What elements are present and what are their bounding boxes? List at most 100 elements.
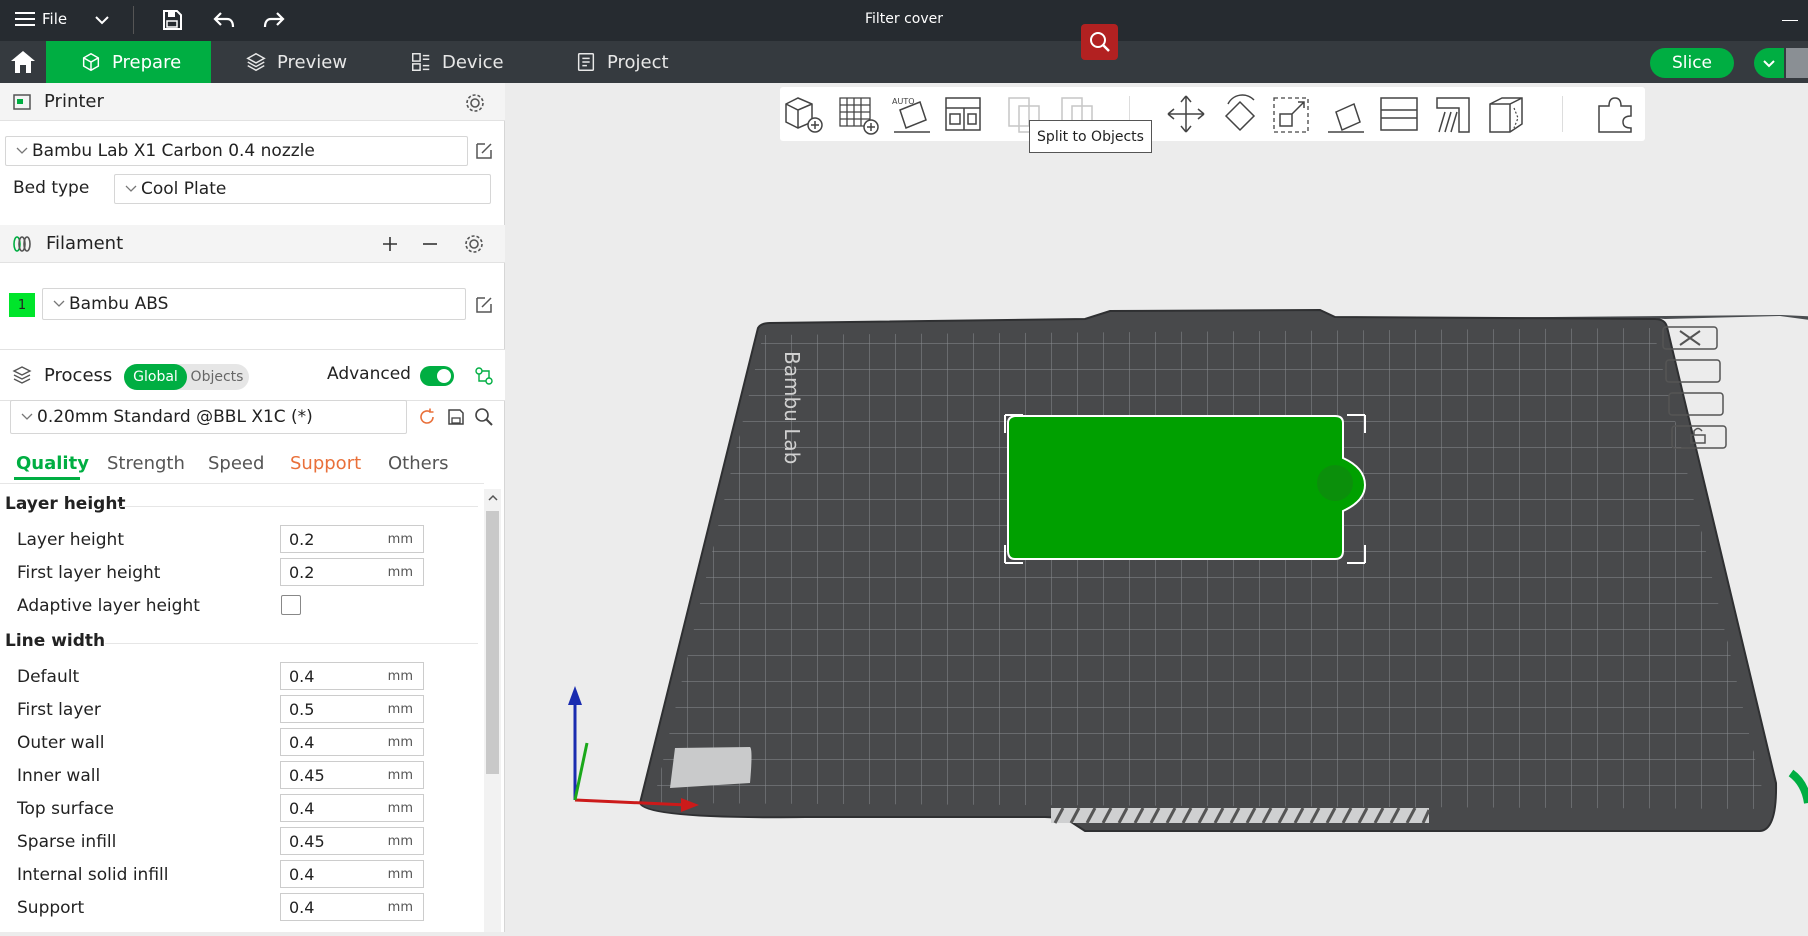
gear-icon[interactable] [464,92,486,114]
tab-support[interactable]: Support [290,453,361,474]
param-support-line-width: Support 0.4 mm [0,893,480,923]
printer-preset-select[interactable]: Bambu Lab X1 Carbon 0.4 nozzle [5,136,468,166]
rotate-tool[interactable] [1218,92,1262,136]
reset-icon[interactable] [417,407,437,427]
tab-speed[interactable]: Speed [208,453,264,474]
compare-presets-icon[interactable] [474,366,494,386]
search-icon[interactable] [474,407,494,427]
tab-prepare[interactable]: Prepare [46,41,211,83]
param-input[interactable]: 0.4 mm [280,794,424,822]
param-value: 0.4 [289,865,315,884]
param-input[interactable]: 0.45 mm [280,827,424,855]
filament-name: Bambu ABS [69,294,169,314]
save-preset-icon[interactable] [446,407,466,427]
param-unit: mm [387,565,413,580]
assembly-tool[interactable] [1593,92,1637,136]
slice-button[interactable]: Slice [1650,48,1734,78]
chevron-down-icon [53,300,65,307]
scope-global-button[interactable]: Global [124,364,187,390]
advanced-toggle[interactable] [420,366,454,386]
3d-viewport[interactable]: Bambu Lab [505,83,1808,932]
layers-icon [246,52,266,72]
tab-others[interactable]: Others [388,453,449,474]
scrollbar-thumb[interactable] [486,511,499,774]
bed-type-label: Bed type [13,178,90,198]
param-input[interactable]: 0.45 mm [280,761,424,789]
seam-paint-tool[interactable] [1484,92,1528,136]
search-button[interactable] [1081,24,1118,60]
home-button[interactable] [0,41,46,83]
param-input[interactable]: 0.4 mm [280,728,424,756]
add-object-tool[interactable] [782,92,826,136]
tab-preview[interactable]: Preview [211,41,376,83]
tab-label: Preview [277,51,348,73]
filament-slot-index: 1 [17,297,27,313]
tab-quality[interactable]: Quality [16,453,89,474]
scroll-up-icon[interactable] [487,492,499,504]
add-icon[interactable] [381,235,399,253]
lay-on-face-tool[interactable] [1324,92,1368,136]
param-label: Top surface [17,799,114,819]
param-value: 0.45 [289,766,325,785]
move-tool[interactable] [1164,92,1208,136]
filament-select[interactable]: Bambu ABS [42,288,466,320]
printer-section-header: Printer [0,83,505,121]
filament-color-swatch[interactable]: 1 [9,293,35,317]
remove-icon[interactable] [421,235,439,253]
param-unit: mm [387,768,413,783]
tab-label: Device [442,51,504,73]
process-preset-value: 0.20mm Standard @BBL X1C (*) [37,407,313,427]
param-input[interactable]: 0.2 mm [280,525,424,553]
arrange-tool[interactable] [942,92,986,136]
auto-orient-tool[interactable]: AUTO [890,92,934,136]
param-unit: mm [387,801,413,816]
param-value: 0.45 [289,832,325,851]
param-input[interactable]: 0.4 mm [280,860,424,888]
filament-section-header: Filament [0,225,505,263]
toolbar-divider [1562,96,1563,132]
plate-brand-text: Bambu Lab [780,351,804,464]
edit-icon[interactable] [474,141,494,161]
slice-options-dropdown[interactable] [1754,48,1784,78]
process-preset-select[interactable]: 0.20mm Standard @BBL X1C (*) [10,400,407,434]
scale-tool[interactable] [1270,92,1314,136]
param-label: First layer height [17,563,161,583]
param-input[interactable]: 0.4 mm [280,662,424,690]
process-section-header: Process Global Objects Advanced [0,349,505,401]
edit-icon[interactable] [474,295,494,315]
z-axis-arrow [568,686,582,705]
settings-sidebar: Printer Bambu Lab X1 Carbon 0.4 nozzle B… [0,83,505,932]
cut-tool[interactable] [1377,92,1421,136]
minimize-button[interactable] [1782,20,1798,21]
param-value: 0.4 [289,799,315,818]
param-input[interactable]: 0.4 mm [280,893,424,921]
tab-strength[interactable]: Strength [107,453,185,474]
param-input[interactable]: 0.5 mm [280,695,424,723]
build-plate-scene: Bambu Lab [568,308,1808,832]
adaptive-layer-height-checkbox[interactable] [281,595,301,615]
close-icon [1679,330,1701,346]
param-value: 0.5 [289,700,315,719]
tab-device[interactable]: Device [376,41,541,83]
add-plate-tool[interactable] [836,92,880,136]
filament-section-label: Filament [46,233,124,254]
param-label: Default [17,667,80,687]
model-filter-cover[interactable] [1007,415,1367,560]
chevron-down-icon [125,185,137,192]
bed-type-select[interactable]: Cool Plate [114,174,491,204]
window-title: Filter cover [864,11,944,27]
param-outer-wall-line-width: Outer wall 0.4 mm [0,728,480,758]
gear-icon[interactable] [463,233,485,255]
tab-project[interactable]: Project [541,41,706,83]
project-icon [577,53,595,71]
param-input[interactable]: 0.2 mm [280,558,424,586]
send-print-button[interactable] [1786,48,1808,78]
group-title-line-width: Line width [5,631,106,651]
param-label: First layer [17,700,101,720]
divider [105,643,478,644]
printer-preset-value: Bambu Lab X1 Carbon 0.4 nozzle [32,141,315,161]
chevron-down-icon [21,413,33,420]
support-paint-tool[interactable] [1431,92,1475,136]
model-tab [1317,465,1353,501]
scope-objects-button[interactable]: Objects [187,364,247,390]
